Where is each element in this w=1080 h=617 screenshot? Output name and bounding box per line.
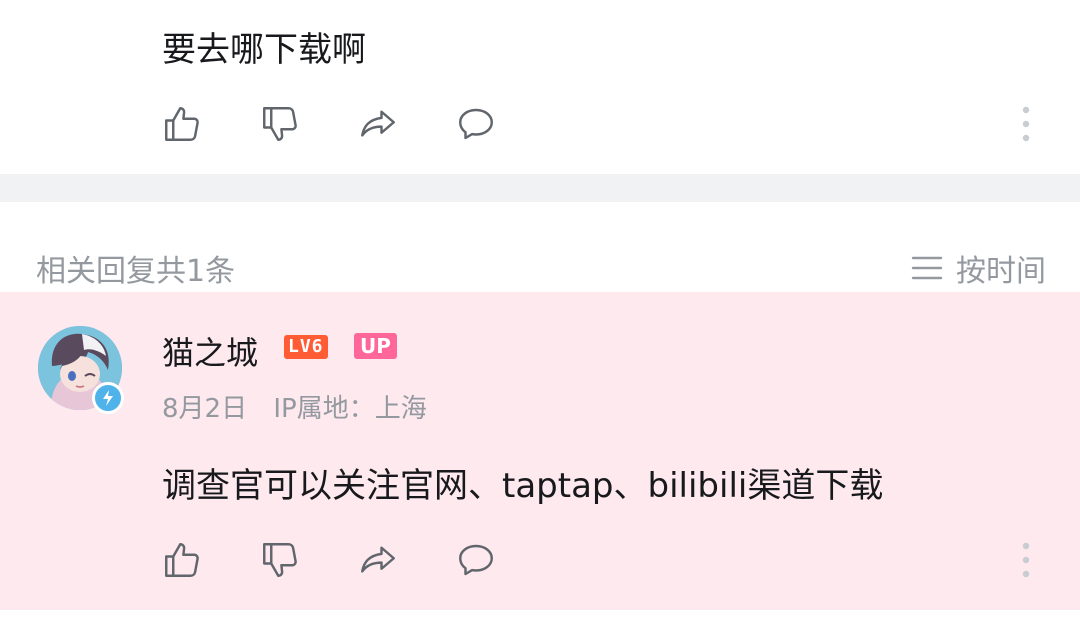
- bottom-divider: [0, 610, 1080, 617]
- dislike-button[interactable]: [258, 538, 302, 582]
- comment-text: 要去哪下载啊: [162, 30, 366, 70]
- speech-bubble-icon: [459, 108, 493, 140]
- reply-text: 调查官可以关注官网、taptap、bilibili渠道下载: [162, 466, 884, 506]
- like-button[interactable]: [160, 538, 204, 582]
- dislike-button[interactable]: [258, 102, 302, 146]
- more-options-button[interactable]: [1014, 538, 1038, 582]
- thumbs-down-icon: [263, 107, 297, 141]
- reply-button[interactable]: [454, 102, 498, 146]
- section-divider: [0, 174, 1080, 202]
- speech-bubble-icon: [459, 544, 493, 576]
- reply-date: 8月2日: [162, 394, 248, 424]
- replies-header: 相关回复共1条 按时间: [0, 202, 1080, 292]
- sort-by-time-button[interactable]: 按时间: [910, 246, 1046, 290]
- thumbs-up-icon: [165, 107, 199, 141]
- reply-meta: 8月2日 IP属地：上海: [162, 388, 445, 425]
- up-badge: UP: [354, 333, 397, 359]
- ip-location: IP属地：上海: [273, 394, 427, 424]
- share-arrow-icon: [361, 546, 395, 573]
- reply-button[interactable]: [454, 538, 498, 582]
- reply-item: 猫之城 LV6 UP 8月2日 IP属地：上海 调查官可以关注官网、taptap…: [0, 292, 1080, 610]
- thumbs-down-icon: [263, 543, 297, 577]
- like-button[interactable]: [160, 102, 204, 146]
- verified-badge: [92, 382, 124, 414]
- level-badge: LV6: [284, 335, 328, 359]
- share-button[interactable]: [356, 102, 400, 146]
- vertical-dots-icon: [1022, 542, 1030, 578]
- top-comment: 要去哪下载啊: [0, 0, 1080, 174]
- list-lines-icon: [911, 256, 943, 280]
- thumbs-up-icon: [165, 543, 199, 577]
- lightning-badge-icon: [103, 390, 113, 406]
- username[interactable]: 猫之城: [162, 328, 258, 374]
- comment-actions: [160, 102, 552, 146]
- more-options-button[interactable]: [1014, 102, 1038, 146]
- replies-count-label: 相关回复共1条: [36, 254, 236, 289]
- vertical-dots-icon: [1022, 106, 1030, 142]
- reply-actions: [160, 538, 552, 582]
- sort-label: 按时间: [956, 254, 1046, 289]
- share-arrow-icon: [361, 110, 395, 137]
- share-button[interactable]: [356, 538, 400, 582]
